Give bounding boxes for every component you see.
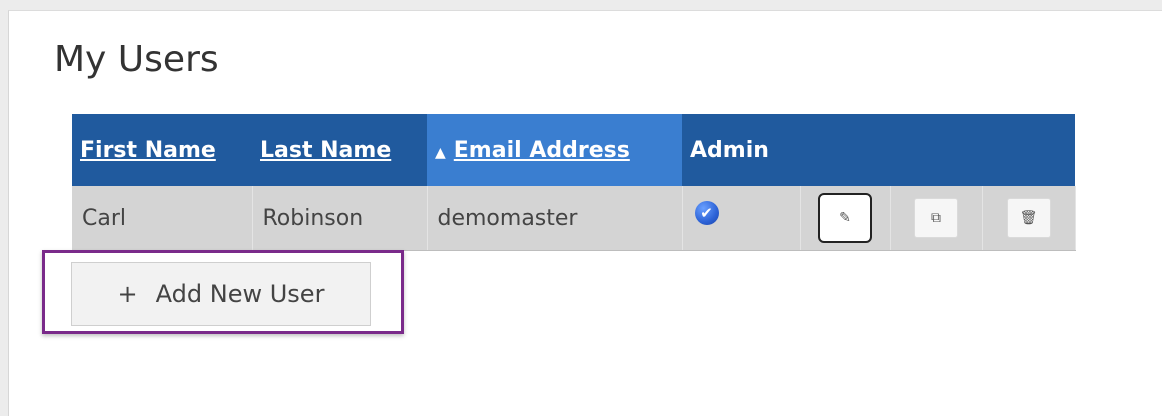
table-row: Carl Robinson demomaster ✔ ✎ ⧉ 🗑 <box>72 186 1076 251</box>
table-header-row: First Name Last Name ▲ Email Address Admi… <box>72 114 1075 186</box>
pencil-icon: ✎ <box>839 210 851 226</box>
add-new-user-button[interactable]: + Add New User <box>71 262 371 326</box>
cell-delete: 🗑 <box>982 186 1076 251</box>
column-header-email-address[interactable]: ▲ Email Address <box>427 114 682 186</box>
sort-link-email-address[interactable]: Email Address <box>454 138 630 163</box>
check-circle-icon: ✔ <box>694 201 719 225</box>
sort-ascending-icon: ▲ <box>435 144 446 161</box>
copy-icon: ⧉ <box>931 210 941 226</box>
page-title: My Users <box>54 39 219 80</box>
cell-edit: ✎ <box>800 186 891 251</box>
column-header-first-name[interactable]: First Name <box>72 114 252 186</box>
delete-button[interactable]: 🗑 <box>1006 198 1051 238</box>
edit-button[interactable]: ✎ <box>818 193 872 243</box>
column-header-copy <box>890 114 982 186</box>
add-new-user-label: Add New User <box>155 280 325 308</box>
cell-last-name: Robinson <box>252 186 428 251</box>
users-table: First Name Last Name ▲ Email Address Admi… <box>72 114 1076 251</box>
column-header-edit <box>800 114 890 186</box>
cell-email: demomaster <box>427 186 683 251</box>
plus-icon: + <box>117 280 138 308</box>
column-header-last-name[interactable]: Last Name <box>252 114 427 186</box>
column-header-delete <box>982 114 1075 186</box>
sort-link-first-name[interactable]: First Name <box>80 138 216 163</box>
column-header-admin: Admin <box>682 114 800 186</box>
cell-admin: ✔ <box>682 186 801 251</box>
copy-button[interactable]: ⧉ <box>914 198 958 238</box>
sort-link-last-name[interactable]: Last Name <box>260 138 391 163</box>
trash-icon: 🗑 <box>1019 210 1038 226</box>
cell-first-name: Carl <box>72 186 253 251</box>
cell-copy: ⧉ <box>890 186 983 251</box>
users-panel: My Users First Name Last Name ▲ Email Add… <box>8 10 1162 416</box>
